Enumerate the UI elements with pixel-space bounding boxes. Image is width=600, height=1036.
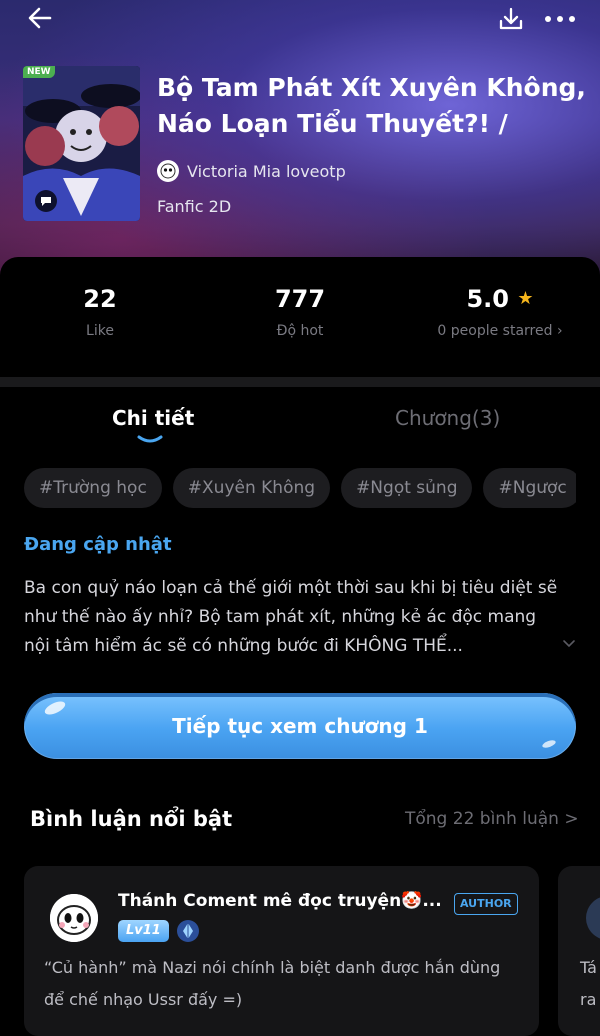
active-tab-indicator [137,435,163,443]
rating-stat[interactable]: 5.0 ★ 0 people starred › [420,285,580,339]
rating-value: 5.0 [466,285,509,313]
comment-card[interactable]: Tá ra [558,866,600,1036]
new-badge: NEW [23,66,55,78]
continue-reading-label: Tiếp tục xem chương 1 [172,714,428,738]
rating-label: 0 people starred › [437,323,563,339]
update-status: Đang cập nhật [24,534,172,555]
hot-count: 777 [274,285,326,313]
author-avatar [157,160,179,182]
like-label: Like [86,323,114,339]
continue-reading-button[interactable]: Tiếp tục xem chương 1 [24,693,576,759]
tag-chip[interactable]: #Trường học [24,468,162,508]
button-shine [42,698,68,718]
tab-chapters[interactable]: Chương(3) [395,406,500,430]
tag-chip[interactable]: #Ngọt sủng [341,468,473,508]
book-cover[interactable]: NEW [23,66,140,221]
commenter-avatar[interactable] [50,894,98,942]
story-description: Ba con quỷ náo loạn cả thế giới một thời… [24,578,558,656]
section-divider [0,377,600,387]
chat-bubble-icon [35,190,57,212]
like-stat[interactable]: 22 Like [60,285,140,339]
comment-text: “Củ hành” mà Nazi nói chính là biệt danh… [44,958,501,1009]
tag-chip[interactable]: #Ngược [483,468,576,508]
stats-panel: 22 Like 777 Độ hot 5.0 ★ 0 people starre… [0,257,600,377]
tag-list: #Trường học #Xuyên Không #Ngọt sủng #Ngược [24,468,576,508]
comments-heading: Bình luận nổi bật [30,807,233,831]
author-row[interactable]: Victoria Mia loveotp [157,160,346,182]
commenter-name: Thánh Coment mê đọc truyện🤡... [118,891,442,911]
comment-card[interactable]: Thánh Coment mê đọc truyện🤡... AUTHOR Lv… [24,866,539,1036]
hot-stat: 777 Độ hot [250,285,350,339]
tab-details[interactable]: Chi tiết [112,406,194,430]
download-icon[interactable] [498,6,524,32]
tag-chip[interactable]: #Xuyên Không [172,468,331,508]
button-shine [541,738,557,750]
author-avatar-icon [160,163,176,179]
story-title: Bộ Tam Phát Xít Xuyên Không, Náo Loạn Ti… [157,73,586,138]
gem-icon [177,920,199,942]
more-options-icon[interactable] [544,14,576,24]
expand-chevron-icon[interactable] [562,638,576,648]
comments-total-link[interactable]: Tổng 22 bình luận > [405,809,579,829]
comment-text: Tá ra [580,952,600,1016]
author-badge: AUTHOR [454,893,518,915]
author-name: Victoria Mia loveotp [187,161,346,181]
comment-text-line: Tá [580,958,597,977]
hot-label: Độ hot [276,323,324,339]
like-count: 22 [83,285,117,313]
commenter-avatar[interactable] [586,896,600,940]
comment-text-line: ra [580,990,597,1009]
commenter-avatar-icon [50,894,98,942]
star-icon: ★ [517,288,534,309]
story-category: Fanfic 2D [157,197,232,216]
level-badge: Lv11 [118,920,169,942]
back-arrow-icon[interactable] [26,4,54,32]
